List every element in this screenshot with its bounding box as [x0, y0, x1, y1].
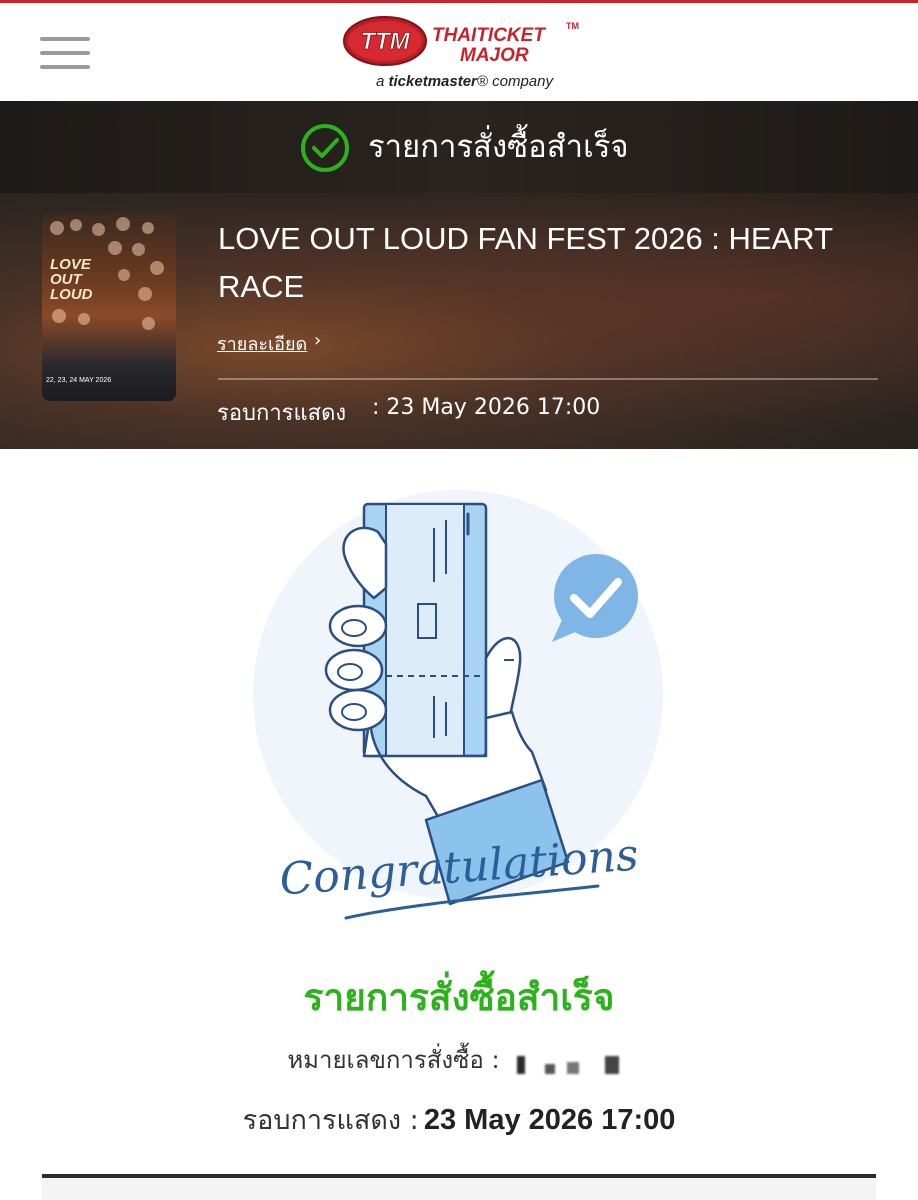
show-round-summary: รอบการแสดง : 23 May 2026 17:00	[0, 1098, 918, 1141]
divider	[218, 378, 878, 380]
show-round-value: : 23 May 2026 17:00	[372, 395, 601, 420]
svg-text:TM: TM	[566, 21, 579, 31]
order-number-row: หมายเลขการสั่งซื้อ :	[0, 1040, 918, 1079]
event-title: LOVE OUT LOUD FAN FEST 2026 : HEART RACE	[218, 221, 833, 304]
show-round-summary-value: 23 May 2026 17:00	[423, 1104, 676, 1136]
status-text: รายการสั่งซื้อสำเร็จ	[368, 129, 629, 165]
logo-mark: TTM THAITICKET MAJOR TM	[343, 16, 579, 66]
svg-text:THAITICKET: THAITICKET	[432, 25, 546, 46]
show-round-summary-label: รอบการแสดง :	[242, 1105, 419, 1136]
event-card: LOVE OUT LOUD 22, 23, 24 MAY 2026 LOVE O…	[0, 193, 918, 449]
congratulations-illustration: Congratulations	[253, 490, 663, 920]
logo-tagline: a ticketmaster® company	[376, 73, 553, 90]
order-number-redacted	[505, 1052, 631, 1076]
success-title: รายการสั่งซื้อสำเร็จ	[303, 976, 615, 1019]
chevron-right-icon[interactable]: ›	[314, 330, 321, 351]
order-number-label: หมายเลขการสั่งซื้อ :	[287, 1046, 500, 1074]
check-circle-icon	[301, 124, 349, 172]
event-detail-link[interactable]: รายละเอียด	[217, 329, 307, 358]
show-round-label: รอบการแสดง	[217, 401, 347, 426]
ticket-summary-section	[42, 1174, 876, 1200]
poster-date: 22, 23, 24 MAY 2026	[46, 377, 112, 384]
poster-title: LOVE OUT LOUD	[50, 256, 93, 303]
event-poster[interactable]: LOVE OUT LOUD 22, 23, 24 MAY 2026	[42, 213, 176, 401]
site-header: TTM THAITICKET MAJOR TM a ticketmaster® …	[0, 3, 918, 101]
order-status-bar: รายการสั่งซื้อสำเร็จ	[0, 101, 918, 193]
thaiticket-major-logo[interactable]: TTM THAITICKET MAJOR TM a ticketmaster® …	[340, 11, 590, 97]
svg-text:TTM: TTM	[360, 28, 410, 55]
svg-text:MAJOR: MAJOR	[460, 45, 529, 66]
menu-icon[interactable]	[40, 37, 90, 71]
